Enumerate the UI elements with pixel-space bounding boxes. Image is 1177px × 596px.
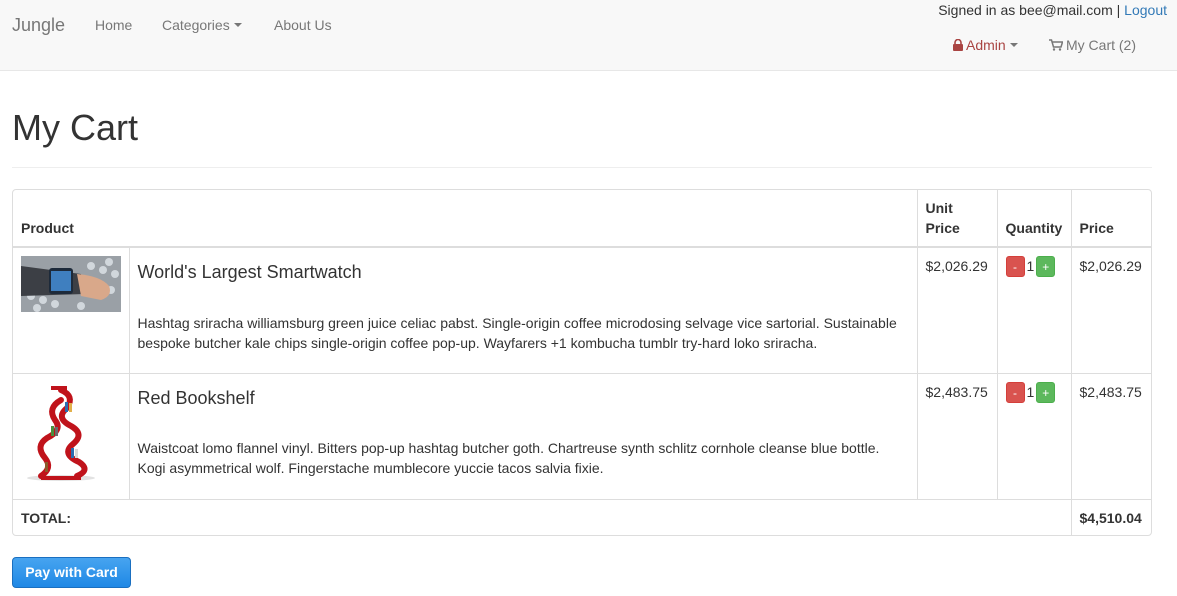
signed-in-text: Signed in as bee@mail.com |: [938, 2, 1121, 18]
admin-dropdown[interactable]: Admin: [953, 37, 1018, 53]
chevron-down-icon: [233, 23, 242, 28]
chevron-down-icon: [1009, 43, 1018, 48]
nav-about-link[interactable]: About Us: [274, 17, 332, 33]
bookshelf-product-image[interactable]: [21, 381, 101, 482]
brand-link[interactable]: Jungle: [12, 15, 65, 36]
navbar: Jungle Home Categories About Us Signed i…: [0, 0, 1177, 71]
cart-table: Product Unit Price Quantity Price World'…: [13, 190, 1151, 535]
price-cell: $2,026.29: [1070, 247, 1151, 373]
product-name[interactable]: Red Bookshelf: [138, 388, 909, 409]
quantity-value: 1: [1026, 258, 1035, 274]
quantity-cell: -1 +: [996, 247, 1072, 373]
divider: [12, 167, 1152, 168]
header-quantity: Quantity: [996, 190, 1072, 248]
table-row: World's Largest Smartwatch Hashtag srira…: [13, 247, 1151, 373]
unit-price-cell: $2,026.29: [916, 247, 998, 373]
nav-categories-dropdown[interactable]: Categories: [162, 17, 242, 33]
product-description: Hashtag sriracha williamsburg green juic…: [137, 314, 897, 351]
my-cart-label: My Cart (2): [1066, 37, 1136, 53]
increase-quantity-button[interactable]: +: [1036, 256, 1056, 277]
price-cell: $2,483.75: [1070, 372, 1151, 499]
my-cart-link[interactable]: My Cart (2): [1049, 37, 1136, 53]
header-price: Price: [1070, 190, 1151, 248]
product-image-cell: [13, 247, 129, 373]
signed-in-status: Signed in as bee@mail.com | Logout: [938, 2, 1167, 18]
decrease-quantity-button[interactable]: -: [1005, 381, 1025, 403]
product-info-cell: World's Largest Smartwatch Hashtag srira…: [128, 247, 918, 373]
header-product: Product: [13, 190, 918, 248]
pay-with-card-button[interactable]: Pay with Card: [12, 557, 131, 588]
total-label: TOTAL:: [13, 498, 1072, 535]
table-row: Red Bookshelf Waistcoat lomo flannel vin…: [13, 372, 1151, 499]
nav-home-link[interactable]: Home: [95, 17, 132, 33]
smartwatch-product-image[interactable]: [21, 256, 121, 312]
total-value: $4,510.04: [1070, 498, 1151, 535]
unit-price-cell: $2,483.75: [916, 372, 998, 499]
quantity-cell: -1 +: [996, 372, 1072, 499]
admin-label: Admin: [966, 37, 1006, 53]
decrease-quantity-button[interactable]: -: [1005, 256, 1025, 277]
logout-link[interactable]: Logout: [1124, 2, 1167, 18]
product-info-cell: Red Bookshelf Waistcoat lomo flannel vin…: [128, 372, 918, 499]
product-description: Waistcoat lomo flannel vinyl. Bitters po…: [137, 440, 880, 477]
increase-quantity-button[interactable]: +: [1036, 381, 1056, 403]
total-row: TOTAL: $4,510.04: [13, 498, 1151, 535]
cart-table-panel: Product Unit Price Quantity Price World'…: [12, 189, 1152, 536]
lock-icon: [953, 39, 963, 51]
product-name[interactable]: World's Largest Smartwatch: [138, 262, 909, 283]
product-image-cell: [13, 372, 129, 499]
page-title: My Cart: [12, 107, 138, 148]
nav-categories-label: Categories: [162, 17, 230, 33]
shopping-cart-icon: [1049, 39, 1063, 51]
table-header-row: Product Unit Price Quantity Price: [13, 190, 1151, 248]
quantity-value: 1: [1026, 383, 1035, 400]
header-unit-price: Unit Price: [916, 190, 998, 248]
